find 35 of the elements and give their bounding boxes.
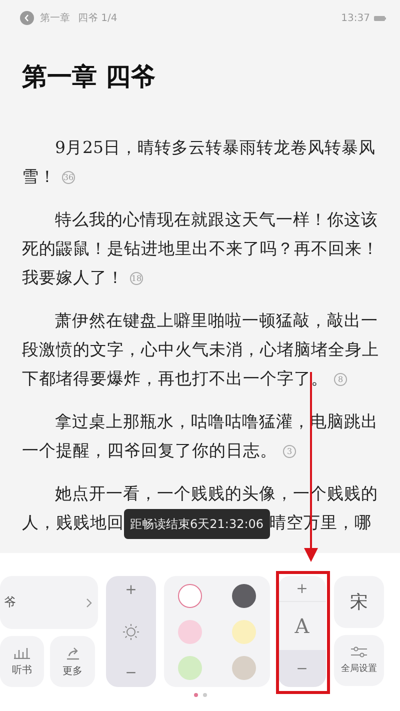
clock-time: 13:37 <box>341 12 370 24</box>
theme-swatch[interactable] <box>232 656 256 680</box>
comment-count[interactable]: 3 <box>283 445 296 458</box>
brightness-up[interactable]: + <box>125 582 137 598</box>
theme-swatch[interactable] <box>178 656 202 680</box>
theme-swatch[interactable] <box>232 584 256 608</box>
comment-count[interactable]: 18 <box>130 272 143 286</box>
font-decrease[interactable]: − <box>278 650 326 687</box>
comment-count[interactable]: 36 <box>62 171 75 184</box>
chapter-label: 第一章 <box>40 12 70 25</box>
settings-button[interactable]: 全局设置 <box>334 635 384 686</box>
paragraph: 萧伊然在键盘上噼里啪啦一顿猛敲，敲出一段激愤的文字，心中火气未消，心堵脑堵全身上下都堵得要爆炸，再也打不出一个字了。 8 <box>22 310 379 390</box>
audio-bars-icon <box>14 646 30 658</box>
font-button[interactable]: 宋 <box>334 576 384 628</box>
theme-swatch[interactable] <box>178 620 202 644</box>
chapter-title: 第一章 四爷 <box>22 61 157 93</box>
theme-swatch[interactable] <box>178 584 202 608</box>
catalog-button[interactable]: 爷 <box>0 576 98 629</box>
brightness-down[interactable]: − <box>125 665 137 681</box>
sliders-icon <box>350 646 368 658</box>
more-button[interactable]: 更多 <box>50 636 95 687</box>
chevron-icon <box>86 598 92 608</box>
theme-swatch[interactable] <box>232 620 256 644</box>
battery-icon <box>374 16 386 20</box>
paragraph: 9月25日，晴转多云转暴雨转龙卷风转暴风雪！ 36 <box>22 137 376 188</box>
sun-icon <box>122 622 140 640</box>
comment-count[interactable]: 8 <box>334 373 347 386</box>
brightness-control[interactable]: + − <box>106 576 156 687</box>
paragraph: 特么我的心情现在就跟这天气一样！你这该死的鼹鼠！是钻进地里出不来了吗？再不回来！我要嫁人了！ 18 <box>22 209 379 289</box>
back-icon[interactable] <box>20 11 34 25</box>
font-increase[interactable]: + <box>278 576 326 602</box>
share-icon <box>64 646 80 660</box>
toast-message: 距畅读结束6天21:32:06 <box>124 508 270 539</box>
listen-button[interactable]: 听书 <box>0 636 44 687</box>
font-size-label[interactable]: A <box>278 602 326 650</box>
